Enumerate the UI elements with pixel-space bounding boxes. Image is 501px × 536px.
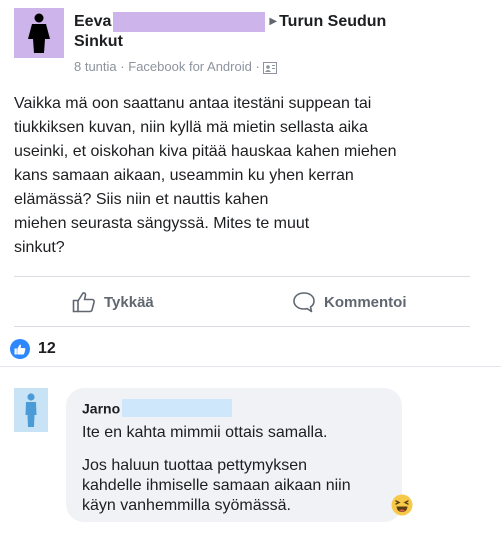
redaction-block: [122, 399, 233, 418]
like-label: Tykkää: [104, 293, 154, 311]
meta-separator: ·: [255, 59, 260, 75]
laughing-emoji-icon[interactable]: [391, 494, 413, 516]
comment-icon: [293, 292, 315, 313]
person-icon: [25, 393, 37, 427]
comment-text-line1: Ite en kahta mimmii ottais samalla.: [82, 424, 328, 441]
thumbs-up-icon: [72, 292, 95, 313]
comment-bubble: Jarno Ite en kahta mimmii ottais samalla…: [66, 388, 402, 522]
post-author-avatar[interactable]: [14, 8, 64, 58]
divider: [14, 326, 470, 327]
group-name-line2[interactable]: Sinkut: [74, 33, 123, 50]
comment-author-line: Jarno: [82, 398, 233, 418]
comment-button[interactable]: Kommentoi: [292, 285, 407, 319]
post-meta: 8 tuntia · Facebook for Android ·: [74, 58, 278, 75]
post-source: Facebook for Android: [128, 59, 252, 75]
post-actions: Tykkää Kommentoi: [0, 285, 501, 319]
post-text: Vaikka mä oon saattanu antaa itestäni su…: [14, 95, 397, 256]
post-author-line: Eeva ▶ Turun Seudun Sinkut: [74, 12, 494, 52]
comment-author-name[interactable]: Jarno: [82, 400, 120, 416]
comment-author-avatar[interactable]: [14, 388, 48, 432]
reaction-count: 12: [38, 340, 56, 357]
redaction-block: [113, 12, 266, 32]
like-button[interactable]: Tykkää: [72, 285, 154, 319]
comment-label: Kommentoi: [324, 293, 407, 311]
comment-text-paragraph2: Jos haluun tuottaa pettymyksen kahdelle …: [82, 457, 351, 514]
divider: [14, 276, 470, 277]
caret-right-icon: ▶: [269, 16, 278, 27]
post-author-name[interactable]: Eeva: [74, 13, 111, 30]
reactions-summary[interactable]: 12: [10, 338, 56, 360]
meta-separator: ·: [120, 59, 125, 75]
group-name[interactable]: Turun Seudun: [279, 13, 386, 30]
like-reaction-icon: [10, 339, 30, 359]
divider: [0, 366, 501, 367]
post-header: Eeva ▶ Turun Seudun Sinkut 8 tuntia · Face…: [14, 8, 484, 78]
person-icon: [28, 13, 50, 53]
audience-icon[interactable]: [263, 59, 278, 74]
post-time[interactable]: 8 tuntia: [74, 59, 117, 74]
